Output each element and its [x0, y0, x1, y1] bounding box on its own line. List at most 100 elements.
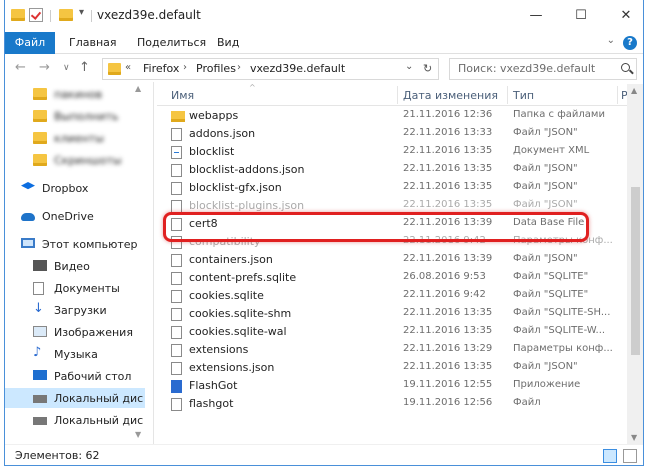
file-icon	[171, 128, 182, 141]
file-icon	[171, 182, 182, 195]
breadcrumb-firefox[interactable]: Firefox	[143, 62, 179, 75]
quick-access-label: ​пакинов	[54, 88, 103, 101]
sidebar-item-images[interactable]: Изображения	[5, 322, 145, 342]
scroll-up-icon[interactable]: ▲	[631, 86, 637, 95]
sidebar-item-local-disk-d[interactable]: Локальный дис	[5, 410, 145, 430]
details-view-icon[interactable]	[603, 449, 617, 463]
quick-access-label: Выполнить	[54, 110, 119, 123]
sidebar-item-label: Локальный дис	[54, 392, 144, 405]
file-name: content-prefs.sqlite	[189, 271, 297, 284]
quick-access-item[interactable]: Скриншоты	[5, 150, 145, 170]
properties-icon[interactable]	[29, 8, 43, 22]
sidebar-item-music[interactable]: ♪ Музыка	[5, 344, 145, 364]
forward-button[interactable]: →	[39, 60, 50, 75]
desktop-icon	[33, 370, 47, 380]
sidebar-item-label: OneDrive	[42, 210, 94, 223]
column-divider[interactable]	[507, 86, 508, 104]
breadcrumb-profile[interactable]: vxezd39e.default	[250, 62, 345, 75]
column-divider[interactable]	[397, 86, 398, 104]
column-headers: ^ Имя Дата изменения Тип Р	[157, 83, 628, 106]
help-icon[interactable]: ?	[623, 36, 637, 50]
up-button[interactable]: ↑	[79, 60, 90, 75]
scroll-down-icon[interactable]: ▼	[631, 433, 637, 442]
breadcrumb-separator-icon[interactable]: ›	[237, 62, 241, 73]
file-row[interactable]: cookies.sqlite-shm 22.11.2016 13:35 Файл "…	[157, 305, 627, 323]
tab-share[interactable]: Поделиться	[131, 32, 212, 54]
file-date: 22.11.2016 13:35	[403, 145, 493, 156]
file-row[interactable]: webapps 21.11.2016 12:36 Папка с файлами	[157, 107, 627, 125]
sort-indicator-icon: ^	[249, 83, 256, 92]
file-row[interactable]: compatibility 22.11.2016 9:42 Параметры ко…	[157, 233, 627, 251]
overflow-chevron-icon[interactable]: «	[125, 62, 131, 73]
drive-icon	[33, 417, 47, 425]
file-row[interactable]: containers.json 22.11.2016 13:39 Файл "JSO…	[157, 251, 627, 269]
column-date[interactable]: Дата изменения	[403, 89, 498, 102]
file-row[interactable]: extensions 22.11.2016 13:29 Параметры конф…	[157, 341, 627, 359]
quick-access-item[interactable]: клиенты	[5, 128, 145, 148]
file-row[interactable]: cert8 22.11.2016 13:39 Data Base File	[157, 215, 627, 233]
maximize-button[interactable]: ☐	[566, 4, 596, 26]
address-dropdown-icon[interactable]: ⌄	[405, 61, 413, 72]
file-type: Документ XML	[513, 145, 590, 156]
sidebar-item-this-pc[interactable]: Этот компьютер	[5, 234, 145, 254]
status-bar: Элементов: 62	[5, 444, 643, 465]
tab-file[interactable]: Файл	[5, 32, 55, 54]
column-divider[interactable]	[617, 86, 618, 104]
file-type: Файл "SQLITE"	[513, 289, 589, 300]
sidebar-item-onedrive[interactable]: OneDrive	[5, 206, 145, 226]
tab-view[interactable]: Вид	[211, 32, 245, 54]
file-name: extensions	[189, 343, 249, 356]
sidebar-item-video[interactable]: Видео	[5, 256, 145, 276]
close-button[interactable]: ✕	[611, 4, 641, 26]
navigation-bar: ← → ∨ ↑ « Firefox › Profiles › vxezd39e.…	[5, 56, 643, 82]
refresh-icon[interactable]: ↻	[423, 62, 439, 75]
file-row[interactable]: content-prefs.sqlite 26.08.2016 9:53 Файл …	[157, 269, 627, 287]
address-bar[interactable]: « Firefox › Profiles › vxezd39e.default …	[102, 58, 439, 80]
file-row[interactable]: blocklist-plugins.json 22.11.2016 13:35 Фа…	[157, 197, 627, 215]
expand-ribbon-icon[interactable]: ⌄	[607, 35, 615, 46]
sidebar-item-desktop[interactable]: Рабочий стол	[5, 366, 145, 386]
new-folder-icon[interactable]	[59, 9, 73, 21]
file-icon	[171, 344, 182, 357]
file-row[interactable]: blocklist 22.11.2016 13:35 Документ XML	[157, 143, 627, 161]
tab-home[interactable]: Главная	[63, 32, 123, 54]
minimize-button[interactable]: —	[521, 4, 551, 26]
file-row[interactable]: cookies.sqlite 22.11.2016 9:42 Файл "SQLIT…	[157, 287, 627, 305]
file-row[interactable]: flashgot 19.11.2016 12:56 Файл	[157, 395, 627, 413]
vertical-scrollbar[interactable]: ▲ ▼	[627, 84, 643, 444]
sidebar-item-downloads[interactable]: ↓ Загрузки	[5, 300, 145, 320]
file-date: 19.11.2016 12:55	[403, 379, 493, 390]
sidebar-item-label: Видео	[54, 260, 90, 273]
file-type: Параметры конф...	[513, 235, 613, 246]
file-row[interactable]: FlashGot 19.11.2016 12:55 Приложение	[157, 377, 627, 395]
column-type[interactable]: Тип	[513, 89, 534, 102]
file-row[interactable]: cookies.sqlite-wal 22.11.2016 13:35 Файл "…	[157, 323, 627, 341]
sidebar-item-local-disk-c[interactable]: Локальный дис	[5, 388, 145, 408]
file-type: Файл "SQLITE-SH...	[513, 307, 611, 318]
sidebar-item-documents[interactable]: Документы	[5, 278, 145, 298]
file-row[interactable]: blocklist-gfx.json 22.11.2016 13:35 Файл "…	[157, 179, 627, 197]
scroll-down-icon[interactable]: ▼	[135, 430, 141, 439]
large-icons-view-icon[interactable]	[623, 449, 637, 463]
column-name[interactable]: Имя	[171, 89, 194, 102]
file-icon	[171, 218, 182, 231]
back-button[interactable]: ←	[15, 60, 26, 75]
folder-icon	[171, 111, 185, 122]
quick-access-item[interactable]: ​пакинов	[5, 84, 145, 104]
file-name: addons.json	[189, 127, 256, 140]
breadcrumb-separator-icon[interactable]: ›	[183, 62, 187, 73]
breadcrumb-profiles[interactable]: Profiles	[196, 62, 236, 75]
file-icon	[171, 236, 182, 249]
file-row[interactable]: addons.json 22.11.2016 13:33 Файл "JSON"	[157, 125, 627, 143]
quick-access-item[interactable]: Выполнить	[5, 106, 145, 126]
file-row[interactable]: extensions.json 22.11.2016 13:35 Файл "JSO…	[157, 359, 627, 377]
recent-locations-icon[interactable]: ∨	[63, 63, 70, 73]
sidebar-item-dropbox[interactable]: Dropbox	[5, 178, 145, 198]
file-name: extensions.json	[189, 361, 275, 374]
scrollbar-thumb[interactable]	[631, 187, 640, 355]
pane-divider[interactable]	[153, 82, 154, 444]
quick-access-label: Скриншоты	[54, 154, 122, 167]
search-input[interactable]: Поиск: vxezd39e.default	[449, 58, 637, 80]
quick-access-dropdown-icon[interactable]: ▾	[79, 7, 84, 18]
file-row[interactable]: blocklist-addons.json 22.11.2016 13:35 Фай…	[157, 161, 627, 179]
